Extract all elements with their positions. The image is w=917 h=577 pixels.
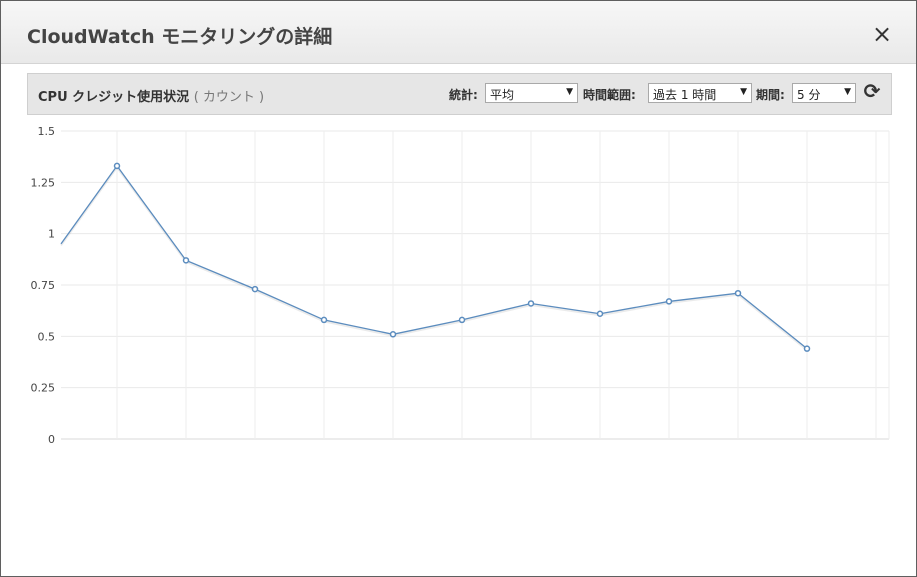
- y-tick-label: 0.75: [31, 279, 56, 292]
- data-point[interactable]: [320, 316, 328, 324]
- data-point[interactable]: [734, 289, 742, 297]
- data-point[interactable]: [251, 285, 259, 293]
- data-point[interactable]: [665, 298, 673, 305]
- data-point[interactable]: [803, 345, 811, 352]
- data-point[interactable]: [113, 162, 121, 170]
- monitoring-modal: CloudWatch モニタリングの詳細 × CPU クレジット使用状況 ( カ…: [0, 0, 917, 577]
- y-tick-label: 0.5: [38, 330, 56, 343]
- y-tick-label: 0.25: [31, 382, 56, 395]
- data-point[interactable]: [182, 257, 190, 264]
- cpu-credit-chart: 1.5 1.25 1 0.75 0.5 0.25 0: [31, 125, 890, 446]
- data-point[interactable]: [596, 310, 604, 317]
- series-line: [60, 164, 808, 350]
- y-tick-label: 1.5: [38, 125, 56, 138]
- y-tick-label: 1: [48, 228, 55, 241]
- series-line-shadow: [60, 165, 808, 351]
- data-point[interactable]: [527, 300, 535, 307]
- data-point[interactable]: [458, 316, 466, 324]
- data-point[interactable]: [389, 331, 397, 338]
- y-tick-label: 1.25: [31, 176, 56, 189]
- y-tick-label: 0: [48, 433, 55, 446]
